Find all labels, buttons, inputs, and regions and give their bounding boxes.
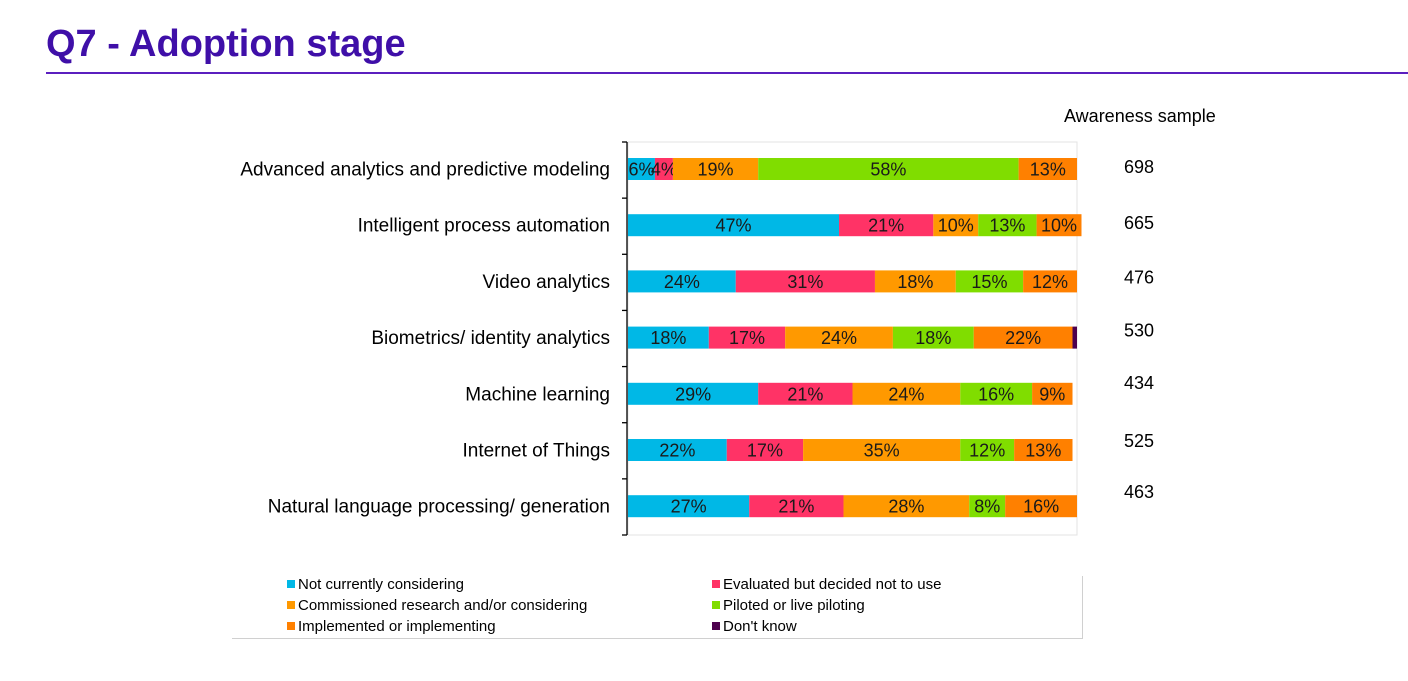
legend-item: Evaluated but decided not to use: [712, 576, 942, 594]
data-label: 13%: [989, 216, 1025, 236]
legend-item: Implemented or implementing: [287, 618, 496, 636]
category-label: Advanced analytics and predictive modeli…: [240, 160, 610, 181]
data-label: 28%: [888, 497, 924, 517]
legend-label: Don't know: [723, 618, 797, 635]
data-label: 17%: [729, 328, 765, 348]
data-label: 13%: [1030, 160, 1066, 180]
legend-label: Evaluated but decided not to use: [723, 576, 942, 593]
data-label: 22%: [659, 441, 695, 461]
data-label: 8%: [974, 497, 1000, 517]
data-label: 18%: [915, 328, 951, 348]
category-label: Intelligent process automation: [358, 216, 610, 237]
legend-swatch: [287, 622, 295, 630]
data-label: 31%: [787, 272, 823, 292]
stacked-bar-chart: Advanced analytics and predictive modeli…: [240, 141, 1154, 536]
sample-size-value: 525: [1124, 431, 1154, 451]
data-label: 58%: [870, 160, 906, 180]
data-label: 19%: [698, 160, 734, 180]
data-label: 27%: [671, 497, 707, 517]
legend-swatch: [712, 580, 720, 588]
bar-segment: [1072, 326, 1077, 349]
chart-legend: Not currently considering Evaluated but d…: [232, 576, 1083, 639]
data-label: 13%: [1025, 441, 1061, 461]
data-label: 21%: [787, 384, 823, 404]
sample-size-value: 698: [1124, 157, 1154, 177]
legend-swatch: [287, 580, 295, 588]
data-label: 29%: [675, 384, 711, 404]
category-label: Biometrics/ identity analytics: [371, 328, 610, 349]
category-label: Internet of Things: [462, 441, 610, 462]
legend-item: Commissioned research and/or considering: [287, 597, 587, 615]
sample-size-value: 665: [1124, 213, 1154, 233]
data-label: 18%: [897, 272, 933, 292]
data-label: 10%: [1041, 216, 1077, 236]
data-label: 16%: [978, 384, 1014, 404]
legend-swatch: [712, 622, 720, 630]
legend-label: Commissioned research and/or considering: [298, 597, 588, 614]
data-label: 21%: [778, 497, 814, 517]
data-label: 21%: [868, 216, 904, 236]
legend-label: Not currently considering: [298, 576, 464, 593]
legend-swatch: [287, 601, 295, 609]
data-label: 24%: [664, 272, 700, 292]
sample-size-value: 476: [1124, 267, 1154, 287]
data-label: 17%: [747, 441, 783, 461]
data-label: 24%: [888, 384, 924, 404]
legend-item: Not currently considering: [287, 576, 464, 594]
data-label: 12%: [1032, 272, 1068, 292]
data-label: 35%: [864, 441, 900, 461]
legend-swatch: [712, 601, 720, 609]
category-label: Video analytics: [483, 272, 610, 293]
legend-label: Implemented or implementing: [298, 618, 496, 635]
category-label: Natural language processing/ generation: [268, 497, 610, 518]
legend-item: Don't know: [712, 618, 797, 636]
sample-size-value: 434: [1124, 373, 1154, 393]
category-label: Machine learning: [465, 384, 610, 405]
data-label: 12%: [969, 441, 1005, 461]
data-label: 47%: [715, 216, 751, 236]
data-label: 24%: [821, 328, 857, 348]
sample-size-value: 530: [1124, 321, 1154, 341]
data-label: 15%: [971, 272, 1007, 292]
data-label: 18%: [650, 328, 686, 348]
data-label: 16%: [1023, 497, 1059, 517]
data-label: 10%: [938, 216, 974, 236]
data-label: 9%: [1039, 384, 1065, 404]
legend-item: Piloted or live piloting: [712, 597, 865, 615]
data-label: 22%: [1005, 328, 1041, 348]
legend-label: Piloted or live piloting: [723, 597, 865, 614]
sample-size-value: 463: [1124, 482, 1154, 502]
